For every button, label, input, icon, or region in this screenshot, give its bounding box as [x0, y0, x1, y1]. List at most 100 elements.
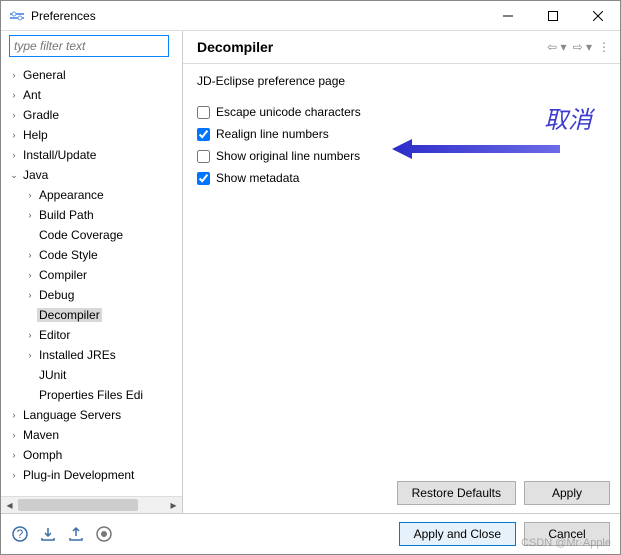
apply-button[interactable]: Apply — [524, 481, 610, 505]
page-title: Decompiler — [197, 39, 547, 55]
chevron-down-icon[interactable]: ⌄ — [7, 170, 21, 181]
sidebar: ›General›Ant›Gradle›Help›Install/Update⌄… — [1, 31, 183, 513]
page-footer: Restore Defaults Apply — [183, 472, 620, 513]
tree-item[interactable]: Properties Files Edi — [1, 385, 182, 405]
window-title: Preferences — [31, 9, 485, 23]
chevron-right-icon[interactable]: › — [7, 450, 21, 460]
tree-item-label: Properties Files Edi — [37, 388, 145, 402]
option-checkbox[interactable] — [197, 150, 210, 163]
back-icon[interactable]: ⇦ ▾ — [547, 40, 566, 54]
tree-item[interactable]: ›Language Servers — [1, 405, 182, 425]
tree-item[interactable]: ›Ant — [1, 85, 182, 105]
close-button[interactable] — [575, 1, 620, 30]
tree-item-label: Decompiler — [37, 308, 102, 322]
tree-item-label: Compiler — [37, 268, 89, 282]
chevron-right-icon[interactable]: › — [23, 250, 37, 260]
chevron-right-icon[interactable]: › — [7, 70, 21, 80]
tree-item[interactable]: ›Maven — [1, 425, 182, 445]
cancel-button[interactable]: Cancel — [524, 522, 610, 546]
tree-item-label: General — [21, 68, 68, 82]
option-checkbox[interactable] — [197, 172, 210, 185]
minimize-button[interactable] — [485, 1, 530, 30]
tree-item-label: Maven — [21, 428, 61, 442]
option-checkbox[interactable] — [197, 128, 210, 141]
import-icon[interactable] — [39, 525, 57, 543]
tree-item[interactable]: JUnit — [1, 365, 182, 385]
scroll-thumb[interactable] — [18, 499, 138, 511]
menu-icon[interactable]: ⋮ — [598, 40, 610, 54]
svg-text:?: ? — [17, 527, 24, 541]
option-row[interactable]: Escape unicode characters — [197, 102, 606, 122]
titlebar: Preferences — [1, 1, 620, 31]
tree-item[interactable]: ›Debug — [1, 285, 182, 305]
tree-item[interactable]: ›Installed JREs — [1, 345, 182, 365]
export-icon[interactable] — [67, 525, 85, 543]
tree-item[interactable]: ⌄Java — [1, 165, 182, 185]
tree-item-label: Gradle — [21, 108, 61, 122]
horizontal-scrollbar[interactable]: ◂ ▸ — [1, 496, 182, 513]
tree-item[interactable]: ›Plug-in Development — [1, 465, 182, 485]
option-label: Show original line numbers — [216, 149, 360, 163]
page-header: Decompiler ⇦ ▾ ⇨ ▾ ⋮ — [183, 31, 620, 64]
option-row[interactable]: Show metadata — [197, 168, 606, 188]
chevron-right-icon[interactable]: › — [7, 410, 21, 420]
option-label: Realign line numbers — [216, 127, 329, 141]
record-icon[interactable] — [95, 525, 113, 543]
tree-item-label: Editor — [37, 328, 72, 342]
tree-item-label: Install/Update — [21, 148, 98, 162]
tree-item[interactable]: ›General — [1, 65, 182, 85]
option-label: Escape unicode characters — [216, 105, 361, 119]
scroll-right-button[interactable]: ▸ — [165, 497, 182, 513]
restore-defaults-button[interactable]: Restore Defaults — [397, 481, 516, 505]
tree-item[interactable]: ›Help — [1, 125, 182, 145]
chevron-right-icon[interactable]: › — [7, 90, 21, 100]
tree-item[interactable]: ›Build Path — [1, 205, 182, 225]
page-description: JD-Eclipse preference page — [197, 74, 606, 88]
scroll-left-button[interactable]: ◂ — [1, 497, 18, 513]
tree-item-label: Debug — [37, 288, 76, 302]
tree-item-label: Build Path — [37, 208, 96, 222]
filter-input[interactable] — [9, 35, 169, 57]
page-body: JD-Eclipse preference page Escape unicod… — [183, 64, 620, 472]
option-checkbox[interactable] — [197, 106, 210, 119]
tree-item[interactable]: Code Coverage — [1, 225, 182, 245]
tree-item-label: Ant — [21, 88, 43, 102]
tree-item-label: Plug-in Development — [21, 468, 136, 482]
tree-item[interactable]: Decompiler — [1, 305, 182, 325]
maximize-button[interactable] — [530, 1, 575, 30]
chevron-right-icon[interactable]: › — [7, 470, 21, 480]
chevron-right-icon[interactable]: › — [23, 210, 37, 220]
tree-item-label: Appearance — [37, 188, 106, 202]
option-row[interactable]: Show original line numbers — [197, 146, 606, 166]
tree-item[interactable]: ›Editor — [1, 325, 182, 345]
tree-item[interactable]: ›Code Style — [1, 245, 182, 265]
chevron-right-icon[interactable]: › — [7, 150, 21, 160]
tree-item[interactable]: ›Oomph — [1, 445, 182, 465]
help-icon[interactable]: ? — [11, 525, 29, 543]
tree-item-label: Help — [21, 128, 50, 142]
chevron-right-icon[interactable]: › — [23, 190, 37, 200]
forward-icon[interactable]: ⇨ ▾ — [573, 40, 592, 54]
tree-item-label: JUnit — [37, 368, 68, 382]
chevron-right-icon[interactable]: › — [7, 110, 21, 120]
apply-and-close-button[interactable]: Apply and Close — [399, 522, 516, 546]
preferences-tree[interactable]: ›General›Ant›Gradle›Help›Install/Update⌄… — [1, 63, 182, 496]
option-row[interactable]: Realign line numbers — [197, 124, 606, 144]
option-label: Show metadata — [216, 171, 299, 185]
tree-item[interactable]: ›Gradle — [1, 105, 182, 125]
tree-item[interactable]: ›Appearance — [1, 185, 182, 205]
chevron-right-icon[interactable]: › — [23, 350, 37, 360]
preferences-icon — [9, 8, 25, 24]
chevron-right-icon[interactable]: › — [7, 430, 21, 440]
preferences-window: Preferences ›General›Ant›Gradle›Help›Ins… — [0, 0, 621, 555]
chevron-right-icon[interactable]: › — [7, 130, 21, 140]
tree-item[interactable]: ›Install/Update — [1, 145, 182, 165]
tree-item-label: Language Servers — [21, 408, 123, 422]
tree-item[interactable]: ›Compiler — [1, 265, 182, 285]
chevron-right-icon[interactable]: › — [23, 290, 37, 300]
chevron-right-icon[interactable]: › — [23, 330, 37, 340]
chevron-right-icon[interactable]: › — [23, 270, 37, 280]
tree-item-label: Code Coverage — [37, 228, 125, 242]
tree-item-label: Code Style — [37, 248, 100, 262]
dialog-body: ›General›Ant›Gradle›Help›Install/Update⌄… — [1, 31, 620, 513]
